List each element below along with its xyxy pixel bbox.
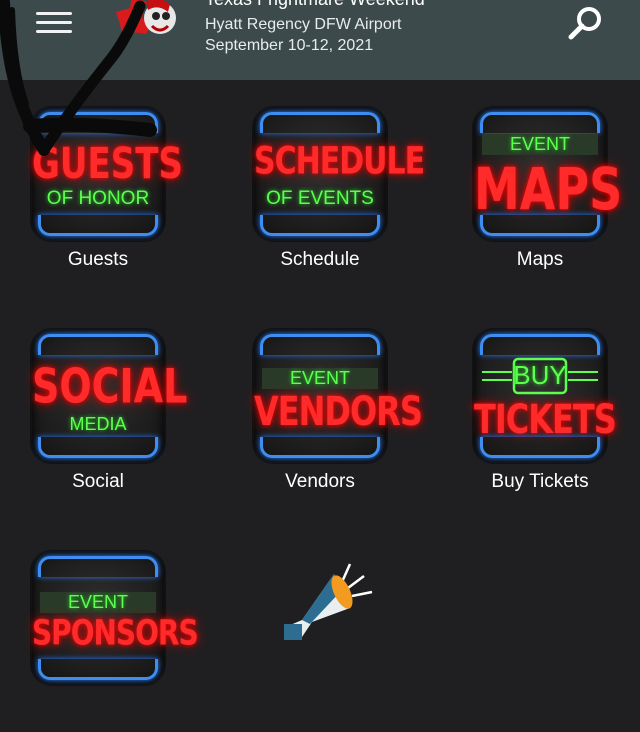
social-media-icon: SOCIAL MEDIA (32, 330, 188, 462)
sign-top-text: BUY (513, 360, 567, 390)
sign-bottom-text: MEDIA (69, 414, 127, 434)
tile-label: Schedule (280, 249, 360, 270)
event-venue: Hyatt Regency DFW Airport (205, 16, 402, 33)
buy-tickets-icon: BUY TICKETS (474, 330, 617, 462)
sign-bottom-text: SPONSORS (32, 611, 199, 654)
texas-frightmare-logo (116, 0, 176, 44)
megaphone-icon[interactable] (280, 560, 380, 640)
tile-label: Maps (516, 249, 564, 270)
sign-bottom-text: VENDORS (254, 387, 423, 435)
tile-guests[interactable]: GUESTS OF HONOR Guests (8, 108, 188, 288)
tile-buy-tickets[interactable]: BUY TICKETS Buy Tickets (450, 330, 630, 510)
sign-top-text: SOCIAL (32, 358, 188, 414)
event-maps-icon: EVENT MAPS (474, 108, 623, 240)
tile-label: Vendors (285, 471, 355, 492)
sign-top-text: EVENT (482, 134, 598, 155)
event-sponsors-icon: EVENT SPONSORS (32, 552, 199, 684)
tile-sponsors[interactable]: EVENT SPONSORS (8, 552, 199, 732)
sign-top-text: EVENT (262, 368, 378, 389)
event-dates: September 10-12, 2021 (205, 37, 374, 54)
tile-label: Buy Tickets (491, 471, 589, 492)
tile-label: Social (72, 471, 124, 492)
sign-bottom-text: TICKETS (474, 395, 617, 443)
tile-social[interactable]: SOCIAL MEDIA Social (8, 330, 188, 510)
search-icon[interactable] (566, 4, 606, 42)
tile-vendors[interactable]: EVENT VENDORS Vendors (230, 330, 423, 510)
guests-of-honor-icon: GUESTS OF HONOR (32, 108, 183, 240)
sign-top-text: SCHEDULE (254, 139, 425, 184)
sign-bottom-text: OF HONOR (46, 188, 150, 209)
schedule-of-events-icon: SCHEDULE OF EVENTS (254, 108, 425, 240)
sign-bottom-text: OF EVENTS (266, 188, 374, 209)
app-title: Texas Frightmare Weekend (205, 0, 425, 10)
sign-top-text: EVENT (40, 592, 156, 613)
event-vendors-icon: EVENT VENDORS (254, 330, 423, 462)
sign-bottom-text: MAPS (474, 155, 623, 223)
tile-schedule[interactable]: SCHEDULE OF EVENTS Schedule (230, 108, 425, 288)
hamburger-menu-icon[interactable] (36, 10, 74, 36)
tile-maps[interactable]: EVENT MAPS Maps (450, 108, 630, 288)
app-header: Texas Frightmare Weekend Hyatt Regency D… (0, 0, 640, 80)
sign-top-text: GUESTS (32, 139, 183, 189)
tile-label: Guests (67, 249, 129, 270)
